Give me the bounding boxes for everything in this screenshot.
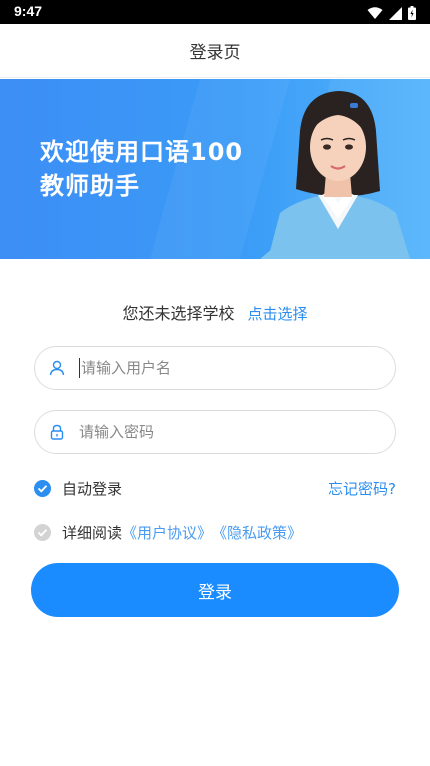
page-title: 登录页: [189, 43, 241, 63]
banner-heading: 欢迎使用口语100 教师助手: [40, 135, 243, 203]
checkmark-icon: [37, 529, 48, 537]
banner-line-2: 教师助手: [40, 172, 140, 200]
battery-icon: [408, 5, 416, 24]
signal-icon: [389, 5, 402, 24]
password-input[interactable]: [79, 423, 359, 441]
username-field[interactable]: [34, 346, 396, 390]
password-field[interactable]: [34, 410, 396, 454]
school-status-text: 您还未选择学校: [122, 304, 235, 323]
status-time: 9:47: [14, 3, 43, 19]
select-school-link[interactable]: 点击选择: [248, 305, 308, 323]
banner-line-1: 欢迎使用口语100: [40, 138, 244, 166]
auto-login-row: 自动登录 忘记密码?: [34, 478, 396, 499]
auto-login-label: 自动登录: [62, 480, 123, 498]
wifi-icon: [367, 5, 383, 24]
checkmark-icon: [37, 485, 48, 493]
welcome-banner: 欢迎使用口语100 教师助手: [0, 79, 430, 259]
lock-icon: [35, 424, 79, 440]
privacy-policy-link[interactable]: 《隐私政策》: [212, 522, 302, 543]
forgot-password-link[interactable]: 忘记密码?: [328, 478, 396, 499]
status-icons: [367, 5, 416, 24]
username-input[interactable]: [81, 359, 361, 377]
user-icon: [35, 360, 79, 376]
nav-bar: 登录页: [0, 24, 430, 78]
text-cursor: [79, 358, 80, 378]
agreement-checkbox[interactable]: [34, 524, 51, 541]
status-bar: 9:47: [0, 0, 430, 24]
user-agreement-link[interactable]: 《用户协议》: [122, 522, 212, 543]
agreement-row: 详细阅读 《用户协议》 《隐私政策》: [34, 522, 302, 543]
login-button[interactable]: 登录: [31, 563, 399, 617]
auto-login-checkbox[interactable]: [34, 480, 51, 497]
agreement-prefix: 详细阅读: [62, 524, 123, 542]
school-selection-row: 您还未选择学校 点击选择: [0, 300, 430, 324]
